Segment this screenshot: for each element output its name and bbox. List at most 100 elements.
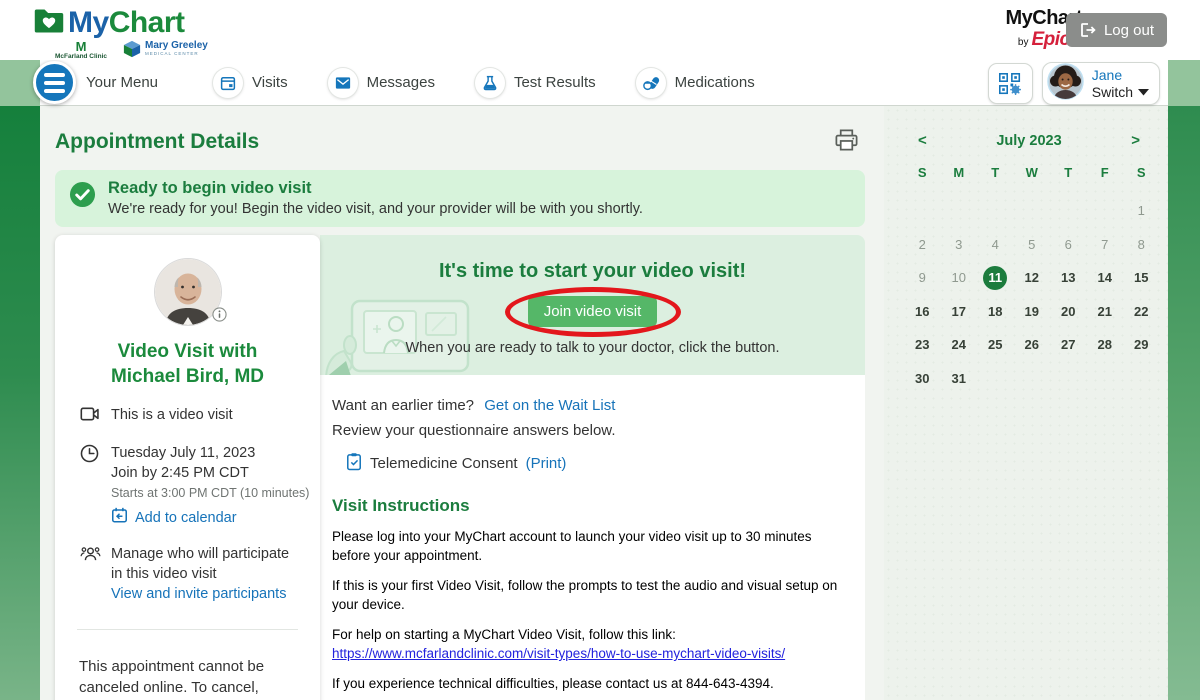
video-panel-title: It's time to start your video visit!	[320, 260, 865, 283]
calendar-selected-day: 11	[983, 266, 1007, 290]
nav-item-visits[interactable]: Visits	[213, 68, 288, 98]
consent-label: Telemedicine Consent	[370, 455, 518, 472]
calendar-next-button[interactable]: >	[1131, 132, 1140, 149]
mary-greeley-logo: Mary Greeley MEDICAL CENTER	[123, 40, 208, 58]
health-pass-qr-button[interactable]	[988, 63, 1033, 104]
calendar-day: 15	[1123, 261, 1160, 295]
calendar-day: 4	[977, 228, 1014, 262]
nav-item-label: Medications	[675, 74, 755, 91]
calendar-day: 10	[941, 261, 978, 295]
calendar-day: 6	[1050, 228, 1087, 262]
calendar-day: 21	[1087, 295, 1124, 329]
user-name: Jane	[1092, 67, 1149, 83]
manage-participants-text: Manage who will participate in this vide…	[111, 544, 289, 584]
calendar-day-headers: SMTWTFS	[884, 165, 1168, 192]
user-avatar	[1047, 63, 1084, 105]
calendar-day-header: S	[1123, 165, 1160, 192]
your-menu-button[interactable]	[33, 61, 76, 104]
calendar-day: 2	[904, 228, 941, 262]
calendar-day-header: M	[941, 165, 978, 192]
calendar-day: 1	[1123, 194, 1160, 228]
calendar-day	[1014, 194, 1051, 228]
calendar-icon	[213, 68, 243, 98]
calendar-day: 24	[941, 328, 978, 362]
clipboard-check-icon	[346, 452, 362, 475]
user-switch-control[interactable]: Jane Switch	[1042, 62, 1160, 105]
help-link[interactable]: https://www.mcfarlandclinic.com/visit-ty…	[332, 646, 785, 661]
mary-greeley-cube-icon	[123, 40, 141, 58]
calendar-day: 7	[1087, 228, 1124, 262]
calendar-day: 29	[1123, 328, 1160, 362]
visit-instructions-title: Visit Instructions	[332, 496, 853, 516]
calendar-day	[1087, 362, 1124, 396]
instructions-paragraph: For help on starting a MyChart Video Vis…	[332, 625, 853, 663]
mychart-folder-logo-icon	[33, 7, 65, 40]
your-menu-label[interactable]: Your Menu	[86, 74, 158, 91]
calendar-day	[977, 362, 1014, 396]
mychart-brand: MyChart M McFarland Clinic Mary Greeley …	[33, 6, 208, 61]
nav-item-messages[interactable]: Messages	[328, 68, 435, 98]
instructions-paragraph: If you experience technical difficulties…	[332, 674, 853, 693]
cancel-note: This appointment cannot be canceled onli…	[79, 656, 305, 700]
calendar-day: 12	[1014, 261, 1051, 295]
main-navbar: Your Menu Visits	[0, 60, 1200, 106]
calendar-grid: 1234567891011121314151617181920212223242…	[884, 194, 1168, 395]
nav-item-label: Visits	[252, 74, 288, 91]
nav-item-medications[interactable]: Medications	[636, 68, 755, 98]
join-video-visit-button[interactable]: Join video visit	[528, 296, 658, 327]
ready-alert: Ready to begin video visit We're ready f…	[55, 170, 865, 227]
calendar-month-title: July 2023	[927, 133, 1131, 149]
view-invite-participants-link[interactable]: View and invite participants	[111, 586, 286, 602]
calendar-prev-button[interactable]: <	[918, 132, 927, 149]
calendar-day: 25	[977, 328, 1014, 362]
calendar-day: 20	[1050, 295, 1087, 329]
top-header: MyChart M McFarland Clinic Mary Greeley …	[0, 0, 1200, 60]
calendar-day: 8	[1123, 228, 1160, 262]
print-button[interactable]	[833, 127, 860, 156]
calendar-day: 27	[1050, 328, 1087, 362]
participants-icon	[80, 544, 101, 603]
left-green-strip	[0, 106, 40, 700]
envelope-icon	[328, 68, 358, 98]
check-circle-icon	[69, 179, 96, 217]
alert-title: Ready to begin video visit	[108, 179, 643, 198]
instructions-paragraph: If this is your first Video Visit, follo…	[332, 576, 853, 614]
calendar-day: 22	[1123, 295, 1160, 329]
calendar-day-header: F	[1087, 165, 1124, 192]
calendar-day: 3	[941, 228, 978, 262]
calendar-day	[1050, 362, 1087, 396]
logout-icon	[1079, 21, 1097, 39]
calendar-day: 14	[1087, 261, 1124, 295]
nav-item-label: Test Results	[514, 74, 596, 91]
calendar-day-header: W	[1014, 165, 1051, 192]
logout-button[interactable]: Log out	[1066, 13, 1167, 47]
calendar-day-header: S	[904, 165, 941, 192]
consent-print-link[interactable]: (Print)	[526, 455, 567, 472]
mychart-logo-text: MyChart	[68, 6, 185, 40]
wait-list-link[interactable]: Get on the Wait List	[484, 397, 615, 414]
appointment-start-time: Starts at 3:00 PM CDT (10 minutes)	[111, 486, 309, 500]
calendar-day: 13	[1050, 261, 1087, 295]
calendar-day	[904, 194, 941, 228]
calendar-day	[1014, 362, 1051, 396]
alert-message: We're ready for you! Begin the video vis…	[108, 201, 643, 217]
wait-question: Want an earlier time?	[332, 397, 474, 414]
video-visit-panel: It's time to start your video visit! Joi…	[320, 235, 865, 375]
nav-item-test-results[interactable]: Test Results	[475, 68, 596, 98]
calendar-day	[1123, 362, 1160, 396]
calendar-day: 16	[904, 295, 941, 329]
printer-icon	[833, 127, 860, 153]
calendar-day: 31	[941, 362, 978, 396]
mcfarland-clinic-logo: M McFarland Clinic	[55, 40, 107, 61]
visit-type-text: This is a video visit	[111, 405, 233, 427]
appointment-summary-card: Video Visit with Michael Bird, MD This i…	[55, 235, 320, 700]
calendar-day: 9	[904, 261, 941, 295]
calendar-day: 11	[977, 261, 1014, 295]
add-to-calendar-link[interactable]: Add to calendar	[135, 510, 237, 526]
calendar-day: 23	[904, 328, 941, 362]
video-panel-caption: When you are ready to talk to your docto…	[320, 340, 865, 356]
calendar-day-header: T	[1050, 165, 1087, 192]
provider-info-icon[interactable]	[212, 307, 227, 327]
calendar-day: 17	[941, 295, 978, 329]
add-to-calendar-icon	[111, 507, 128, 528]
